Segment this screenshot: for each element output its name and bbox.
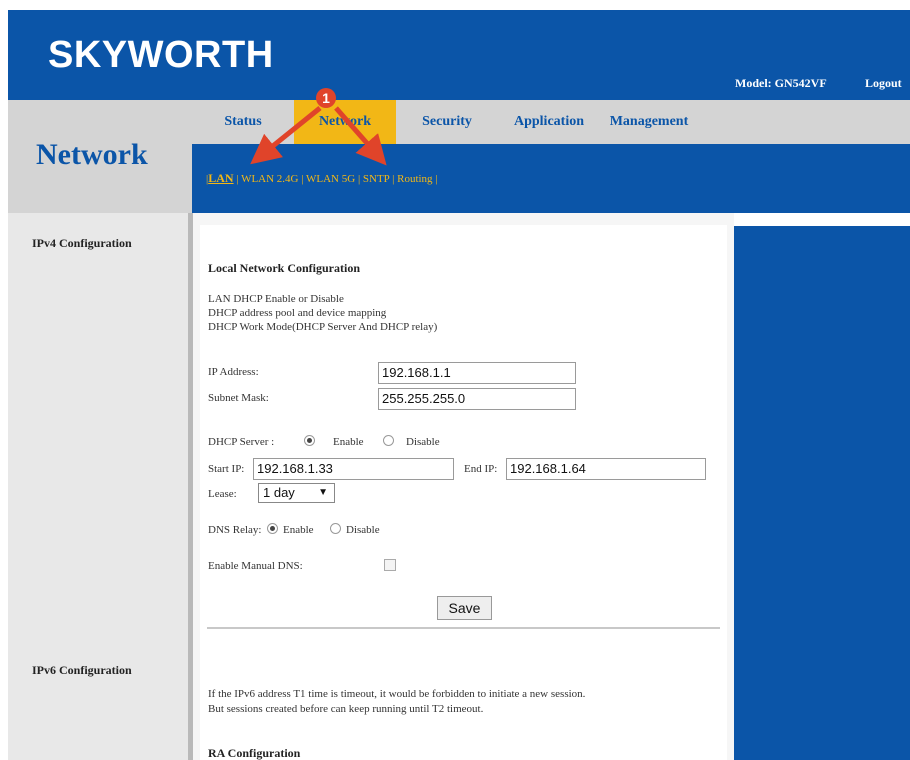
section-heading-local-network: Local Network Configuration [208,261,360,275]
tab-network[interactable]: Network [294,100,396,144]
subnet-mask-label: Subnet Mask: [208,392,269,404]
start-ip-input[interactable]: 192.168.1.33 [253,458,454,480]
tab-security[interactable]: Security [410,100,484,144]
dhcp-disable-radio[interactable] [383,435,394,446]
end-ip-label: End IP: [464,463,498,475]
desc-line: LAN DHCP Enable or Disable [208,293,344,305]
model-label: Model: GN542VF [735,76,827,90]
subnav-separator: | [357,173,361,185]
tab-application[interactable]: Application [505,100,593,144]
tab-management[interactable]: Management [600,100,698,144]
subnav-item-sntp[interactable]: SNTP [363,173,390,185]
subnav-bar: |LAN | WLAN 2.4G | WLAN 5G | SNTP | Rout… [192,144,910,213]
dhcp-enable-label: Enable [333,436,364,448]
subnav-item-routing[interactable]: Routing [397,173,432,185]
desc-line: DHCP Work Mode(DHCP Server And DHCP rela… [208,321,438,333]
dhcp-server-label: DHCP Server : [208,436,275,448]
subnav-item-wlan-24g[interactable]: WLAN 2.4G [241,173,298,185]
dns-relay-disable-radio[interactable] [330,523,341,534]
subnav-separator: | [301,173,304,185]
end-ip-input[interactable]: 192.168.1.64 [506,458,706,480]
save-button[interactable]: Save [437,596,492,620]
sidebar-item-ipv4[interactable]: IPv4 Configuration [32,236,132,251]
subnav-links: |LAN | WLAN 2.4G | WLAN 5G | SNTP | Rout… [206,171,438,186]
lease-select[interactable]: 1 day ▼ [258,483,335,503]
manual-dns-label: Enable Manual DNS: [208,560,303,572]
logout-link[interactable]: Logout [865,76,902,91]
chevron-down-icon: ▼ [318,487,328,498]
ipv6-note-line: If the IPv6 address T1 time is timeout, … [208,688,586,700]
subnav-item-wlan-5g[interactable]: WLAN 5G [306,173,355,185]
lease-select-value: 1 day [263,485,295,500]
subnav-item-lan[interactable]: LAN [208,171,233,185]
right-panel [734,226,910,760]
dhcp-enable-radio[interactable] [304,435,315,446]
dns-relay-enable-radio[interactable] [267,523,278,534]
lease-label: Lease: [208,488,237,500]
brand-logo: SKYWORTH [48,34,274,76]
subnav-separator: | [392,173,395,185]
desc-line: DHCP address pool and device mapping [208,307,387,319]
header-bar: SKYWORTH Model: GN542VF Logout [8,10,910,100]
dhcp-disable-label: Disable [406,436,440,448]
dns-relay-label: DNS Relay: [208,524,262,536]
manual-dns-checkbox[interactable] [384,559,396,571]
subnav-separator: | [236,173,239,185]
dns-relay-disable-label: Disable [346,524,380,536]
ipv6-note-line: But sessions created before can keep run… [208,703,484,715]
ip-address-input[interactable]: 192.168.1.1 [378,362,576,384]
start-ip-label: Start IP: [208,463,245,475]
ip-address-label: IP Address: [208,366,259,378]
section-divider [207,627,720,629]
page-title: Network [36,138,148,171]
dns-relay-enable-label: Enable [283,524,314,536]
sidebar-item-ipv6[interactable]: IPv6 Configuration [32,663,132,678]
annotation-number-badge: 1 [316,88,336,108]
tab-status[interactable]: Status [210,100,276,144]
subnav-separator: | [435,173,438,185]
subnet-mask-input[interactable]: 255.255.255.0 [378,388,576,410]
section-heading-ra-config: RA Configuration [208,746,301,760]
